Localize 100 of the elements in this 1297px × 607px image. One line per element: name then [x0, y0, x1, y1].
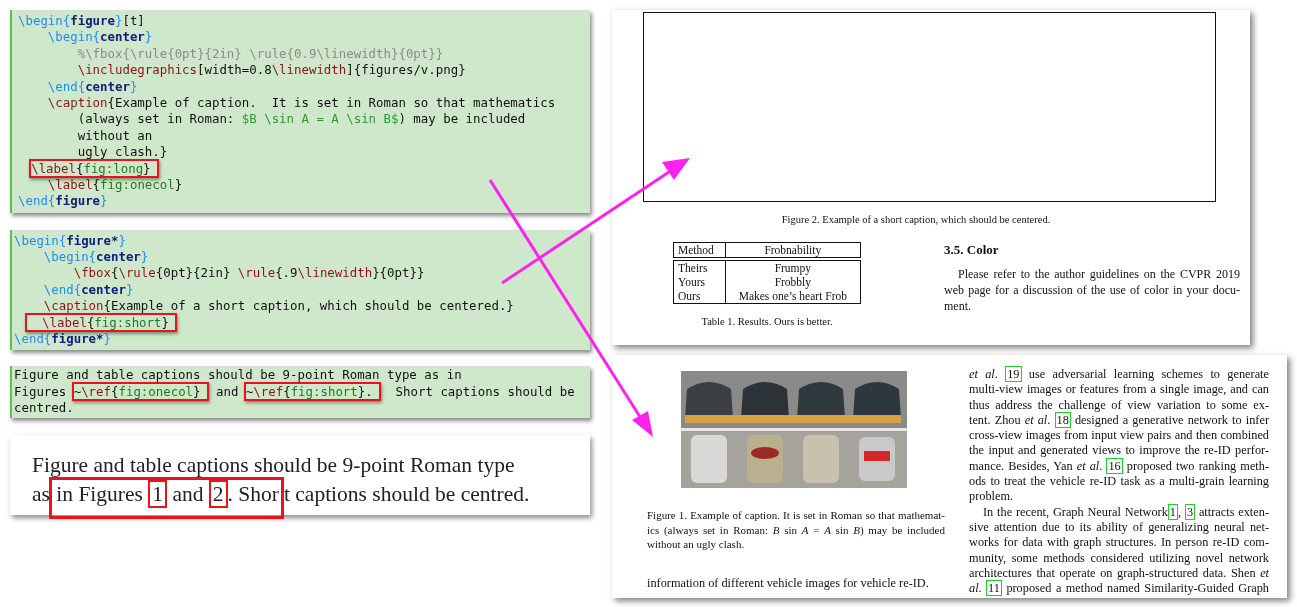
code-text: {Example of a short caption, which should be centered.} — [103, 298, 514, 314]
column-header: Method — [673, 242, 726, 259]
body-text: ment. — [944, 298, 972, 314]
table-cell: Frobbly — [725, 275, 861, 289]
environment-name: figure* — [51, 331, 104, 347]
body-text: . — [1099, 458, 1104, 473]
latex-command: \label — [46, 176, 93, 192]
code-text: } — [174, 176, 183, 192]
body-text: tent. Zhou — [969, 412, 1022, 427]
body-text: cross-view images from input view pairs and then combined — [969, 428, 1269, 443]
code-text: Figure and table captions should be 9-point Roman type as in — [14, 367, 462, 383]
body-text: et al — [1024, 412, 1048, 427]
body-text: . Shor — [227, 481, 279, 506]
citation-link[interactable]: 3 — [1184, 503, 1196, 520]
latex-keyword: } — [118, 232, 126, 248]
citation-link[interactable]: 1 — [1167, 503, 1178, 520]
body-text: Please refer to the author guidelines on the CVPR 2019 — [957, 266, 1240, 282]
column-header: Frobnability — [725, 242, 861, 259]
code-text: }. — [357, 383, 373, 399]
body-text: munity, some methods considered utilizing novel network — [969, 550, 1269, 565]
environment-name: center — [81, 281, 126, 297]
latex-keyword: \begin{ — [42, 249, 97, 265]
body-text: proposed two ranking meth- — [1125, 458, 1269, 473]
body-text: In the recent, Graph Neural Network — [983, 504, 1168, 519]
body-text: et al — [1076, 458, 1100, 473]
code-text: [t] — [122, 13, 145, 28]
code-text: ugly clash.} — [76, 144, 168, 160]
environment-name: center — [96, 249, 141, 265]
citation-link[interactable]: 16 — [1106, 457, 1123, 474]
label-key: fig:onecol — [118, 383, 194, 399]
latex-command: \label — [41, 314, 87, 330]
latex-command: \linewidth — [271, 62, 347, 78]
latex-keyword: } — [125, 281, 134, 297]
body-text: t captions should be centred. — [283, 481, 530, 506]
latex-command: \ref — [81, 383, 111, 399]
body-text: , — [1178, 504, 1183, 519]
body-text: proposed a method named Similarity-Guided Graph — [1005, 581, 1269, 596]
body-text: in Figures — [56, 481, 144, 506]
code-text: }{0pt}} — [372, 265, 425, 281]
latex-keyword: \end{ — [14, 331, 52, 347]
body-text: architectures that operate on graph-structured data. Shen — [969, 565, 1257, 580]
latex-keyword: \end{ — [18, 193, 56, 209]
label-key: fig:long — [83, 160, 144, 176]
section-heading: 3.5. Color — [944, 242, 1000, 258]
body-text: information of different vehicle images for vehicle re-ID. — [647, 575, 930, 591]
latex-command: \rule — [237, 265, 276, 281]
figure-caption: Figure 2. Example of a short caption, which should be centered. — [780, 214, 1052, 225]
latex-keyword: } — [144, 29, 153, 45]
environment-name: center — [100, 29, 145, 45]
citation-link[interactable]: 19 — [1005, 366, 1022, 382]
code-comment: %\fbox{\rule{0pt}{2in} \rule{0.9\linewidth}{0pt}} — [76, 45, 444, 61]
code-text: Short captions should be — [394, 383, 575, 399]
code-text: } — [143, 160, 151, 176]
body-text: and — [171, 481, 205, 506]
body-text: et al — [969, 367, 995, 381]
latex-keyword: \begin{ — [18, 13, 71, 28]
code-text: { — [86, 314, 95, 330]
table-caption: Table 1. Results. Ours is better. — [701, 316, 833, 327]
body-text: . — [978, 581, 983, 596]
body-text: Figure and table captions should be 9-point Roman type — [32, 452, 515, 477]
code-text: ~ — [73, 383, 82, 399]
latex-command: \includegraphics — [76, 62, 198, 78]
latex-command: \caption — [46, 94, 108, 110]
body-text: . — [1047, 412, 1052, 427]
code-text: } — [193, 383, 201, 399]
code-text: {.9 — [275, 265, 298, 281]
reference-number[interactable]: 1 — [148, 479, 168, 508]
code-text: } — [161, 314, 169, 330]
figure-caption: without an ugly clash. — [647, 537, 746, 552]
body-text: mance. Besides, Yan — [969, 458, 1074, 473]
latex-keyword: } — [115, 13, 123, 28]
latex-keyword: } — [103, 331, 111, 347]
body-text: ods to treat the vehicle re-ID task as a multi-grain learning — [969, 474, 1269, 489]
body-text: multi-view images or features from a single image, and can — [969, 382, 1269, 397]
body-text: use adversarial learning schemes to generate — [1027, 367, 1269, 381]
latex-command: \label — [31, 160, 76, 176]
body-text: works for data with graph structures. In person re-ID com- — [969, 535, 1269, 550]
body-text: et — [1260, 565, 1269, 580]
citation-link[interactable]: 11 — [986, 580, 1002, 597]
latex-keyword: \end{ — [46, 78, 86, 94]
latex-keyword: } — [140, 249, 149, 265]
code-text: {Example of caption. It is set in Roman so that mathematics — [107, 94, 556, 110]
latex-keyword: \begin{ — [14, 232, 67, 248]
body-text: al — [969, 581, 979, 596]
latex-command: \rule — [118, 265, 156, 281]
label-key: fig:short — [290, 383, 358, 399]
body-text: as — [32, 481, 51, 506]
citation-link[interactable]: 18 — [1054, 411, 1071, 428]
reference-number[interactable]: 2 — [208, 479, 228, 508]
body-text: thus address the challenge of view variation to some ex- — [969, 397, 1269, 412]
environment-name: figure* — [66, 232, 119, 248]
label-key: fig:onecol — [100, 176, 175, 192]
code-text: { — [111, 265, 119, 281]
code-text: ) may be included — [398, 111, 526, 127]
latex-command: \fbox — [72, 265, 111, 281]
body-text: problem. — [969, 489, 1014, 504]
code-text: {0pt}{2in} — [155, 265, 232, 281]
code-text: { — [75, 160, 84, 176]
latex-keyword: \end{ — [42, 281, 82, 297]
code-text: ~ — [245, 383, 254, 399]
